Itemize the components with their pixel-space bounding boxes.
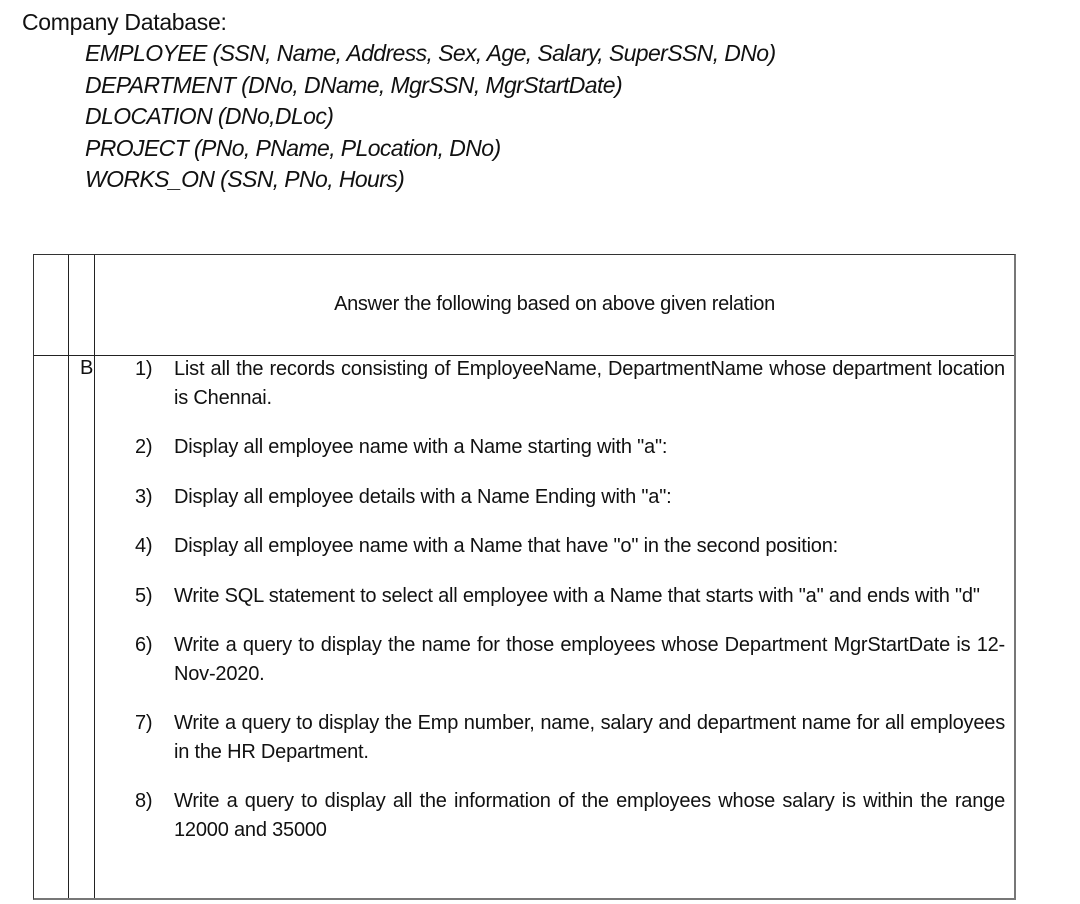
question-number: 6) <box>135 634 153 656</box>
question-text: Write a query to display the name for th… <box>174 634 1005 685</box>
question-number: 5) <box>135 584 153 607</box>
column-divider <box>94 255 95 898</box>
question-item: 6) Write a query to display the name for… <box>135 631 1005 688</box>
schema-dlocation: DLOCATION (DNo,DLoc) <box>85 103 334 129</box>
schema-list: EMPLOYEE (SSN, Name, Address, Sex, Age, … <box>85 38 776 196</box>
schema-department: DEPARTMENT (DNo, DName, MgrSSN, MgrStart… <box>85 71 623 98</box>
question-list: 1) List all the records consisting of Em… <box>135 355 1005 844</box>
question-item: 1) List all the records consisting of Em… <box>135 355 1005 412</box>
question-text: Display all employee name with a Name th… <box>174 535 839 557</box>
question-item: 4) Display all employee name with a Name… <box>135 532 1005 561</box>
question-text: Write a query to display all the informa… <box>174 790 1005 841</box>
schema-employee: EMPLOYEE (SSN, Name, Address, Sex, Age, … <box>85 40 776 66</box>
questions-table: Answer the following based on above give… <box>33 254 1016 900</box>
question-number: 8) <box>135 790 153 812</box>
section-label: B <box>80 357 94 379</box>
schema-works-on: WORKS_ON (SSN, PNo, Hours) <box>85 166 405 192</box>
question-text: List all the records consisting of Emplo… <box>174 358 1005 409</box>
question-item: 5) Write SQL statement to select all emp… <box>135 582 1005 611</box>
table-header: Answer the following based on above give… <box>334 293 775 315</box>
column-divider <box>68 255 69 898</box>
question-text: Write SQL statement to select all employ… <box>174 584 980 607</box>
question-item: 7) Write a query to display the Emp numb… <box>135 709 1005 766</box>
question-number: 1) <box>135 358 153 380</box>
document-title: Company Database: <box>22 9 227 35</box>
question-text: Display all employee name with a Name st… <box>174 436 668 458</box>
question-text: Write a query to display the Emp number,… <box>174 712 1005 763</box>
question-item: 3) Display all employee details with a N… <box>135 483 1005 512</box>
question-item: 8) Write a query to display all the info… <box>135 787 1005 844</box>
question-text: Display all employee details with a Name… <box>174 485 672 508</box>
question-number: 2) <box>135 436 153 458</box>
question-number: 7) <box>135 712 153 734</box>
schema-project: PROJECT (PNo, PName, PLocation, DNo) <box>85 134 501 161</box>
question-number: 3) <box>135 485 153 508</box>
question-number: 4) <box>135 535 153 557</box>
question-item: 2) Display all employee name with a Name… <box>135 433 1005 462</box>
